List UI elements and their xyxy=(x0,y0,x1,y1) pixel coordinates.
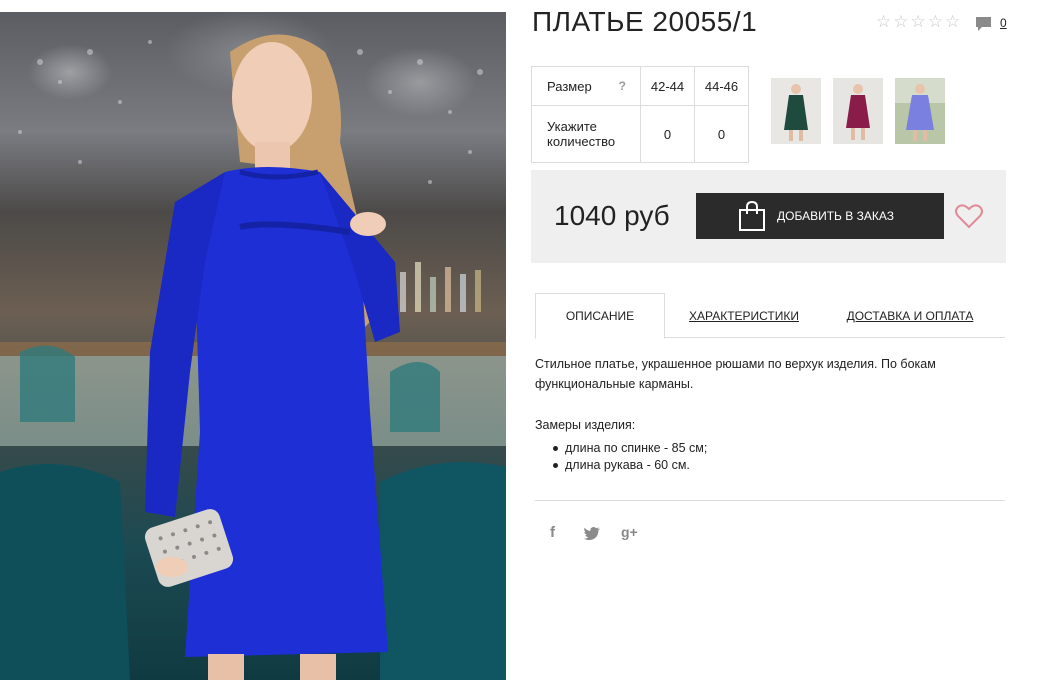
star-icon[interactable]: ☆ xyxy=(945,13,960,31)
quantity-label-line2: количество xyxy=(547,134,616,149)
star-icon[interactable]: ☆ xyxy=(911,13,926,31)
size-label-cell: Размер ? xyxy=(531,66,641,106)
quantity-input-44-46[interactable]: 0 xyxy=(694,105,749,163)
thumbnail-lavender[interactable] xyxy=(895,78,945,144)
add-to-order-label: ДОБАВИТЬ В ЗАКАЗ xyxy=(777,209,894,223)
size-help-icon[interactable]: ? xyxy=(619,79,626,93)
rating-stars[interactable]: ☆ ☆ ☆ ☆ ☆ xyxy=(876,13,960,31)
dress-photo-illustration xyxy=(0,34,506,680)
tab-characteristics[interactable]: ХАРАКТЕРИСТИКИ xyxy=(683,293,805,338)
add-to-order-button[interactable]: ДОБАВИТЬ В ЗАКАЗ xyxy=(696,193,944,239)
shopping-bag-icon xyxy=(739,201,765,231)
star-icon[interactable]: ☆ xyxy=(876,13,891,31)
purchase-panel: 1040 руб ДОБАВИТЬ В ЗАКАЗ xyxy=(531,170,1006,263)
measures-title: Замеры изделия: xyxy=(535,418,636,432)
tab-description[interactable]: ОПИСАНИЕ xyxy=(535,293,665,339)
thumbnail-green[interactable] xyxy=(771,78,821,144)
size-option-44-46[interactable]: 44-46 xyxy=(694,66,749,106)
quantity-label: Укажите количество xyxy=(531,105,641,163)
measures-list: длина по спинке - 85 см; длина рукава - … xyxy=(553,440,707,474)
product-info-tabs: ОПИСАНИЕ ХАРАКТЕРИСТИКИ ДОСТАВКА И ОПЛАТ… xyxy=(535,293,1005,339)
product-title: ПЛАТЬЕ 20055/1 xyxy=(532,6,758,37)
product-price: 1040 руб xyxy=(554,200,670,231)
star-icon[interactable]: ☆ xyxy=(893,13,908,31)
facebook-share-icon[interactable]: f xyxy=(550,524,555,541)
product-main-image[interactable] xyxy=(0,12,506,680)
measure-sleeve-length: длина рукава - 60 см. xyxy=(553,457,707,474)
size-quantity-table: Размер ? 42-44 44-46 Укажите количество … xyxy=(531,66,749,163)
thumbnail-burgundy[interactable] xyxy=(833,78,883,144)
quantity-input-42-44[interactable]: 0 xyxy=(640,105,695,163)
googleplus-share-icon[interactable]: g+ xyxy=(621,524,638,540)
tab-delivery-payment[interactable]: ДОСТАВКА И ОПЛАТА xyxy=(845,293,975,338)
size-option-42-44[interactable]: 42-44 xyxy=(640,66,695,106)
comment-icon[interactable] xyxy=(975,16,992,32)
size-label: Размер xyxy=(547,78,592,94)
star-icon[interactable]: ☆ xyxy=(928,13,943,31)
section-divider xyxy=(535,500,1005,501)
comment-count-link[interactable]: 0 xyxy=(1000,16,1007,30)
heart-icon[interactable] xyxy=(955,203,983,229)
measure-back-length: длина по спинке - 85 см; xyxy=(553,440,707,457)
quantity-label-line1: Укажите xyxy=(547,119,597,134)
product-description: Стильное платье, украшенное рюшами по ве… xyxy=(535,357,936,391)
twitter-share-icon[interactable] xyxy=(584,527,600,540)
